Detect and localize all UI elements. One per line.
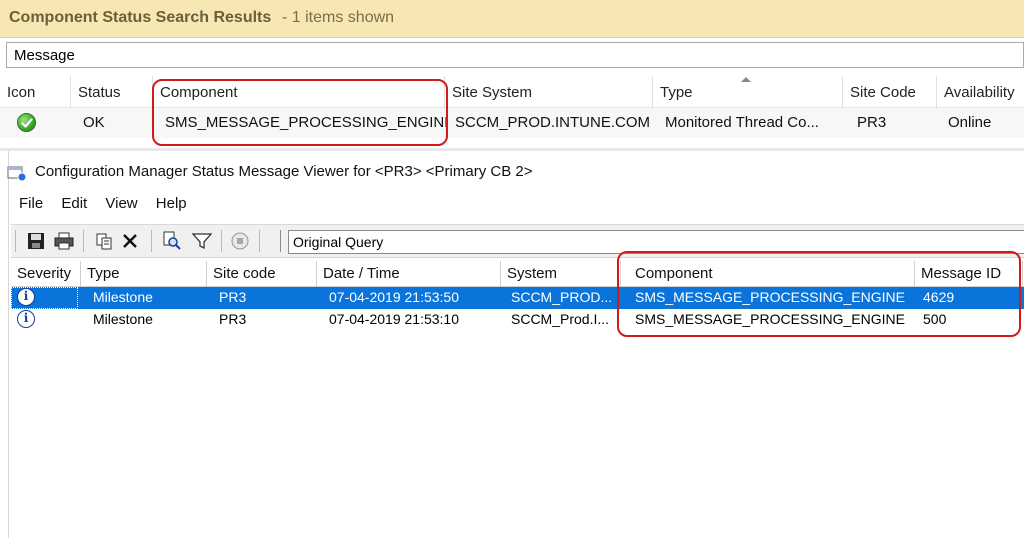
row-icon-cell <box>0 108 70 138</box>
row-type: Monitored Thread Co... <box>665 114 819 131</box>
filter-icon[interactable] <box>191 230 213 252</box>
col-icon[interactable]: Icon <box>0 76 70 108</box>
copy-icon[interactable] <box>93 230 115 252</box>
status-message-viewer: Configuration Manager Status Message Vie… <box>7 151 1024 538</box>
row-availability: Online <box>948 114 992 131</box>
viewer-title: Configuration Manager Status Message Vie… <box>35 163 533 180</box>
row-date-time: 07-04-2019 21:53:50 <box>329 289 459 305</box>
find-icon[interactable] <box>161 230 183 252</box>
sort-ascending-icon <box>741 77 751 82</box>
save-icon[interactable] <box>25 230 47 252</box>
col-site-system[interactable]: Site System <box>444 76 652 108</box>
menu-help[interactable]: Help <box>156 195 187 212</box>
component-highlight-box <box>152 79 448 146</box>
row-type: Milestone <box>93 311 153 327</box>
menu-edit[interactable]: Edit <box>61 195 87 212</box>
row-status: OK <box>83 114 105 131</box>
col-site-code[interactable]: Site code <box>207 261 317 287</box>
col-type[interactable]: Type <box>81 261 207 287</box>
viewer-window-icon <box>7 166 27 181</box>
toolbar-grip <box>15 230 16 252</box>
menu-view[interactable]: View <box>105 195 137 212</box>
print-icon[interactable] <box>53 230 75 252</box>
row-site-code: PR3 <box>219 289 247 305</box>
col-severity[interactable]: Severity <box>11 261 81 287</box>
toolbar-separator <box>221 230 222 252</box>
col-site-code[interactable]: Site Code <box>842 76 936 108</box>
col-availability[interactable]: Availability <box>936 76 1024 108</box>
row-site-code: PR3 <box>857 114 887 131</box>
menu-file[interactable]: File <box>19 195 43 212</box>
delete-icon[interactable] <box>119 230 141 252</box>
toolbar-separator <box>151 230 152 252</box>
menu-bar: File Edit View Help <box>19 195 201 215</box>
col-system[interactable]: System <box>501 261 621 287</box>
toolbar-separator <box>83 230 84 252</box>
stop-icon[interactable] <box>229 230 251 252</box>
row-type: Milestone <box>93 289 153 305</box>
results-count: - 1 items shown <box>282 9 395 26</box>
col-status[interactable]: Status <box>70 76 152 108</box>
results-filter-box[interactable] <box>6 42 1024 68</box>
info-icon: i <box>17 288 35 306</box>
row-date-time: 07-04-2019 21:53:10 <box>329 311 459 327</box>
results-filter-input[interactable] <box>7 43 1023 67</box>
info-icon: i <box>17 310 35 328</box>
row-system: SCCM_PROD... <box>511 289 613 305</box>
toolbar-grip <box>280 230 281 252</box>
results-header: Component Status Search Results - 1 item… <box>0 0 1024 38</box>
ok-check-icon <box>17 113 36 132</box>
row-site-code: PR3 <box>219 311 247 327</box>
toolbar-separator <box>259 230 260 252</box>
col-date-time[interactable]: Date / Time <box>317 261 501 287</box>
row-site-system: SCCM_PROD.INTUNE.COM <box>455 114 651 131</box>
row-system: SCCM_Prod.I... <box>511 311 610 327</box>
results-title: Component Status Search Results <box>9 9 272 26</box>
component-messageid-highlight-box <box>617 251 1021 337</box>
